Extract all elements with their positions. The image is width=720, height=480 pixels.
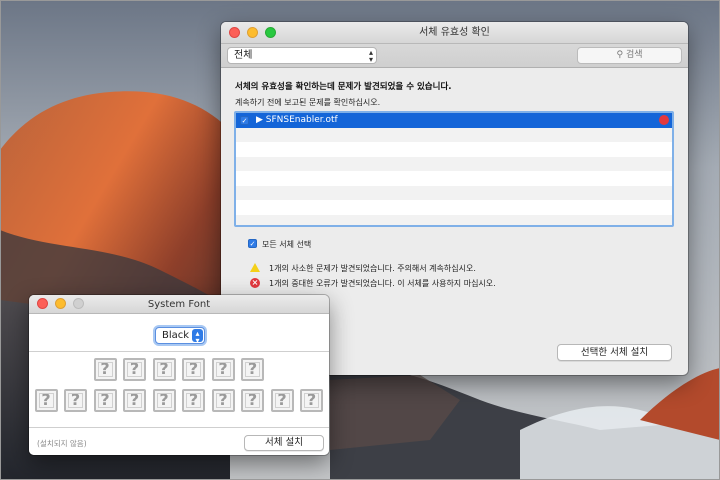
missing-glyph-icon: ? (300, 389, 323, 412)
zoom-button[interactable] (265, 27, 276, 38)
style-popup-value: Black (162, 330, 190, 341)
missing-glyph-icon: ? (270, 389, 294, 412)
warning-message: 1개의 사소한 문제가 발견되었습니다. 주의해서 계속하십시오. (269, 264, 476, 273)
filter-popup-value: 전체 (234, 50, 253, 61)
font-list-empty-row (236, 142, 672, 157)
close-button[interactable] (37, 298, 48, 309)
missing-glyph-icon: ? (123, 389, 146, 412)
missing-glyph-icon: ? (182, 389, 205, 412)
missing-glyph-icon: ? (211, 389, 235, 412)
system-font-window: System Font Black ▴ ▾ ???????????????? (설… (29, 295, 329, 455)
font-row-checkbox[interactable]: ✓ (240, 116, 249, 125)
font-list-row[interactable]: ✓ ▶ SFNSEnabler.otf (236, 113, 672, 128)
missing-glyph-icon: ? (241, 389, 264, 412)
glyph-preview: ???????????????? (29, 355, 329, 425)
validation-window-title: 서체 유효성 확인 (419, 27, 490, 38)
select-all-checkbox[interactable]: ✓ (248, 239, 257, 248)
style-popup[interactable]: Black ▴ ▾ (155, 327, 205, 345)
close-button[interactable] (229, 27, 240, 38)
font-list-empty-row (236, 171, 672, 186)
font-window-titlebar[interactable]: System Font (29, 295, 329, 314)
font-window-title: System Font (147, 299, 211, 310)
font-row-name: ▶ SFNSEnabler.otf (256, 115, 338, 125)
magnifier-icon: ⚲ (616, 50, 624, 60)
filter-popup[interactable]: 전체 ▴ ▾ (227, 47, 377, 64)
missing-glyph-icon: ? (93, 358, 117, 381)
warning-triangle-icon (250, 263, 260, 272)
missing-glyph-icon: ? (93, 389, 117, 412)
install-font-button[interactable]: 서체 설치 (244, 435, 324, 451)
missing-glyph-icon: ? (34, 389, 58, 412)
minimize-button[interactable] (55, 298, 66, 309)
updown-arrows-icon: ▴ ▾ (368, 48, 373, 64)
search-field[interactable]: ⚲ 검색 (577, 47, 682, 64)
minimize-button[interactable] (247, 27, 258, 38)
font-list-empty-row (236, 200, 672, 215)
font-list-empty-row (236, 185, 672, 200)
font-list-empty-row (236, 156, 672, 171)
validation-titlebar[interactable]: 서체 유효성 확인 (221, 22, 688, 44)
updown-arrows-icon: ▴ ▾ (192, 329, 203, 345)
missing-glyph-icon: ? (64, 389, 87, 412)
error-status-icon (659, 115, 669, 125)
validation-subheading: 계속하기 전에 보고된 문제를 확인하십시오. (235, 98, 381, 107)
error-message: 1개의 중대한 오류가 발견되었습니다. 이 서체를 사용하지 마십시오. (269, 279, 496, 288)
missing-glyph-icon: ? (241, 358, 264, 381)
install-status-text: (설치되지 않음) (37, 439, 87, 448)
preview-bottom-divider (29, 427, 329, 428)
validation-toolbar: 전체 ▴ ▾ ⚲ 검색 (221, 44, 688, 68)
error-x-icon: × (250, 278, 260, 288)
search-placeholder: 검색 (625, 50, 643, 60)
missing-glyph-icon: ? (152, 358, 176, 381)
validation-heading: 서체의 유효성을 확인하는데 문제가 발견되었을 수 있습니다. (235, 82, 452, 92)
zoom-button (73, 298, 84, 309)
missing-glyph-icon: ? (123, 358, 146, 381)
missing-glyph-icon: ? (152, 389, 176, 412)
font-list-empty-row (236, 127, 672, 142)
preview-top-divider (29, 351, 329, 352)
missing-glyph-icon: ? (211, 358, 235, 381)
select-all-label[interactable]: 모든 서체 선택 (262, 239, 311, 250)
font-list[interactable]: ✓ ▶ SFNSEnabler.otf (234, 111, 674, 227)
missing-glyph-icon: ? (182, 358, 205, 381)
install-selected-button[interactable]: 선택한 서체 설치 (557, 344, 672, 361)
font-list-empty-row (236, 214, 672, 225)
